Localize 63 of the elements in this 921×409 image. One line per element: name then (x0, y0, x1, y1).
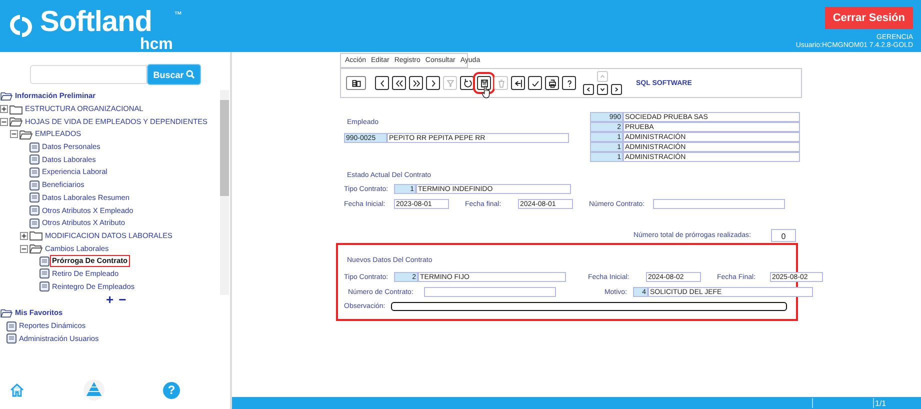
open-folder-icon (29, 243, 43, 254)
toolbar-button[interactable] (346, 76, 366, 90)
search-icon (186, 70, 195, 79)
folder-icon (9, 104, 23, 115)
hand-cursor-icon (481, 85, 491, 99)
toggle-icon[interactable] (0, 118, 8, 126)
filter-icon (444, 78, 456, 88)
document-icon (29, 180, 40, 191)
printer-icon (546, 78, 558, 88)
tree-zoom-button[interactable]: − (118, 295, 126, 305)
open-folder-icon (0, 91, 13, 102)
document-icon (29, 192, 40, 204)
open-folder-icon (0, 308, 13, 318)
toolbar-button[interactable] (562, 76, 576, 90)
contract-number-field[interactable] (653, 199, 785, 209)
trademark-sign: ™ (174, 10, 182, 19)
contract-number-field[interactable] (424, 287, 556, 297)
logout-button[interactable]: Cerrar Sesión (824, 7, 913, 29)
toolbar-button[interactable] (375, 76, 389, 90)
logo-subtitle: hcm (140, 36, 173, 54)
double-chevron-right-icon (410, 78, 422, 88)
navigation-button[interactable] (597, 84, 608, 95)
save-icon (478, 78, 490, 88)
open-folder-icon (19, 128, 33, 140)
home-icon[interactable] (10, 383, 24, 397)
toolbar-button[interactable] (426, 76, 440, 90)
toolbar-button[interactable] (545, 76, 559, 90)
folder-icon (29, 230, 43, 242)
toggle-icon[interactable] (0, 105, 8, 114)
document-icon (6, 320, 17, 332)
toggle-icon[interactable] (20, 232, 28, 240)
trash-icon (496, 78, 506, 88)
page-indicator: 1/1 (875, 398, 888, 408)
document-icon (39, 268, 50, 280)
document-icon (29, 154, 40, 166)
tree-zoom-button[interactable]: + (106, 295, 114, 305)
search-field[interactable] (30, 65, 147, 84)
extensions-count-field[interactable]: 0 (771, 229, 796, 242)
toolbar-button[interactable] (409, 76, 423, 90)
document-icon (39, 281, 50, 292)
navigation-button[interactable] (611, 84, 622, 95)
logo-text: Softland (40, 6, 152, 38)
observation-field[interactable] (391, 302, 787, 311)
toggle-icon[interactable] (20, 244, 28, 253)
document-icon (39, 256, 50, 267)
document-icon (29, 218, 40, 229)
toggle-icon[interactable] (10, 130, 18, 138)
undo-icon (462, 78, 472, 88)
pyramid-icon[interactable] (82, 379, 104, 401)
exit-arrow-icon (512, 78, 524, 88)
double-chevron-left-icon (394, 78, 404, 88)
document-icon (6, 333, 17, 344)
toolbar-button[interactable] (528, 76, 542, 90)
toolbar-button[interactable] (392, 76, 406, 90)
document-icon (29, 142, 40, 153)
navigation-button[interactable] (583, 84, 594, 95)
records-icon (350, 78, 362, 88)
document-icon (29, 205, 40, 216)
toolbar-button[interactable] (460, 76, 474, 90)
toolbar-button[interactable] (511, 76, 525, 90)
document-icon (29, 166, 40, 178)
open-folder-icon (9, 116, 23, 128)
scrollbar[interactable] (220, 90, 229, 295)
